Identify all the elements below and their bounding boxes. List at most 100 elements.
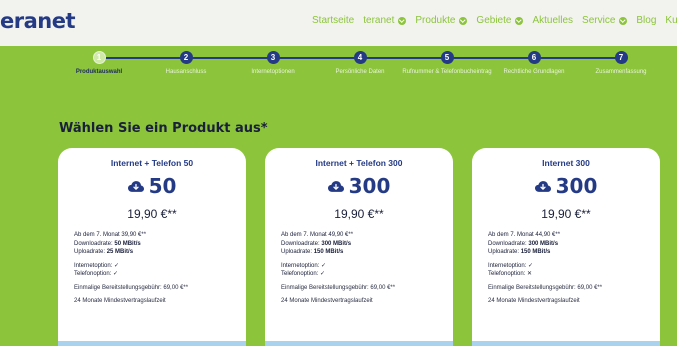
card-action-bar[interactable] [472, 341, 660, 346]
chevron-down-icon [459, 16, 468, 25]
product-details: Ab dem 7. Monat 39,90 €** Downloadrate: … [74, 231, 236, 306]
upload-row: Uploadrate: 150 MBit/s [281, 248, 443, 257]
product-price: 19,90 €** [334, 207, 384, 221]
step-number: 1 [92, 51, 106, 64]
download-label: Downloadrate: [74, 240, 113, 247]
internet-option-row: Internetoption: ✓ [281, 262, 443, 271]
product-title: Internet + Telefon 50 [110, 158, 194, 168]
download-row: Downloadrate: 300 MBit/s [281, 240, 443, 249]
upload-value: 150 MBit/s [520, 249, 551, 255]
step-number: 7 [614, 51, 628, 64]
phone-option-row: Telefonoption: ✓ [74, 270, 236, 279]
checkmark-icon: ✓ [321, 262, 327, 269]
checkmark-icon: ✓ [320, 271, 326, 277]
nav-label: Produkte [415, 15, 456, 26]
cloud-download-icon [327, 180, 344, 192]
step-persoenliche-daten[interactable]: 4 Persönliche Daten [310, 51, 410, 76]
upload-value: 25 MBit/s [106, 249, 134, 255]
nav-item-teranet[interactable]: teranet [363, 15, 407, 26]
card-action-bar[interactable] [58, 341, 246, 346]
nav-label: Kundenp [665, 15, 677, 26]
product-details: Ab dem 7. Monat 49,90 €** Downloadrate: … [281, 231, 443, 306]
phone-option-row: Telefonoption: ✓ [281, 270, 443, 279]
step-label: Rufnummer & Telefonbucheintrag [402, 69, 492, 75]
product-price: 19,90 €** [127, 207, 177, 221]
upload-label: Uploadrate: [488, 249, 520, 255]
product-speed: 300 [472, 174, 660, 198]
contract-term: 24 Monate Mindestvertragslaufzeit [74, 298, 166, 304]
page-title: Wählen Sie ein Produkt aus* [59, 121, 268, 136]
internet-option-row: Internetoption: ✓ [488, 262, 650, 271]
product-card[interactable]: Internet 300 300 19,90 €** Ab dem 7. Mon… [472, 148, 660, 346]
nav-label: Service [582, 15, 616, 26]
step-rufnummer[interactable]: 5 Rufnummer & Telefonbucheintrag [397, 51, 497, 76]
site-header: eranet Startseite teranet Produkte Gebie… [0, 0, 677, 46]
phone-option-label: Telefonoption: [74, 271, 112, 277]
logo[interactable]: eranet [0, 9, 76, 33]
cross-icon: ✕ [527, 271, 533, 277]
step-label: Persönliche Daten [335, 69, 385, 75]
contract-term: 24 Monate Mindestvertragslaufzeit [281, 298, 373, 304]
price-after-text: Ab dem 7. Monat 44,90 €** [488, 232, 561, 238]
step-label: Produktauswahl [75, 69, 123, 75]
price-after-text: Ab dem 7. Monat 49,90 €** [281, 232, 354, 238]
nav-item-kundenportal[interactable]: Kundenp [665, 15, 677, 26]
checkmark-icon: ✓ [114, 262, 120, 269]
upload-row: Uploadrate: 25 MBit/s [74, 248, 236, 257]
download-label: Downloadrate: [281, 240, 320, 247]
nav-item-aktuelles[interactable]: Aktuelles [532, 15, 573, 26]
step-label: Hausanschluss [165, 69, 207, 75]
step-label: Internetoptionen [251, 69, 295, 75]
step-number: 4 [353, 51, 367, 64]
checkmark-icon: ✓ [113, 271, 119, 277]
internet-option-label: Internetoption: [488, 262, 527, 269]
download-label: Downloadrate: [488, 240, 527, 247]
step-hausanschluss[interactable]: 2 Hausanschluss [136, 51, 236, 76]
nav-label: teranet [363, 15, 395, 26]
chevron-down-icon [398, 16, 407, 25]
nav-item-produkte[interactable]: Produkte [415, 15, 468, 26]
upload-value: 150 MBit/s [313, 249, 344, 255]
product-speed: 300 [265, 174, 453, 198]
setup-fee: Einmalige Bereitstellungsgebühr: 69,00 €… [74, 284, 189, 291]
setup-fee: Einmalige Bereitstellungsgebühr: 69,00 €… [281, 284, 396, 291]
step-number: 3 [266, 51, 280, 64]
product-card[interactable]: Internet + Telefon 300 300 19,90 €** Ab … [265, 148, 453, 346]
internet-option-row: Internetoption: ✓ [74, 262, 236, 271]
setup-fee: Einmalige Bereitstellungsgebühr: 69,00 €… [488, 284, 603, 291]
card-action-bar[interactable] [265, 341, 453, 346]
product-title: Internet + Telefon 300 [315, 158, 403, 168]
internet-option-label: Internetoption: [74, 262, 113, 269]
chevron-down-icon [515, 16, 524, 25]
phone-option-row: Telefonoption: ✕ [488, 270, 650, 279]
step-rechtliche-grundlagen[interactable]: 6 Rechtliche Grundlagen [484, 51, 584, 76]
phone-option-label: Telefonoption: [281, 271, 319, 277]
nav-item-gebiete[interactable]: Gebiete [476, 15, 524, 26]
product-title: Internet 300 [542, 158, 590, 168]
download-row: Downloadrate: 300 MBit/s [488, 240, 650, 249]
nav-label: Gebiete [476, 15, 512, 26]
order-stepper: 1 Produktauswahl 2 Hausanschluss 3 Inter… [0, 46, 677, 98]
step-number: 6 [527, 51, 541, 64]
step-label: Zusammenfassung [595, 69, 647, 75]
download-value: 300 MBit/s [321, 240, 352, 247]
nav-item-startseite[interactable]: Startseite [312, 15, 354, 26]
speed-value: 50 [148, 174, 177, 198]
download-value: 50 MBit/s [114, 240, 141, 247]
step-number: 5 [440, 51, 454, 64]
upload-label: Uploadrate: [281, 249, 313, 255]
nav-label: Aktuelles [532, 15, 574, 26]
product-card[interactable]: Internet + Telefon 50 50 19,90 €** Ab de… [58, 148, 246, 346]
step-produktauswahl[interactable]: 1 Produktauswahl [49, 51, 149, 76]
cloud-download-icon [534, 180, 551, 192]
upload-label: Uploadrate: [74, 249, 106, 255]
product-speed: 50 [58, 174, 246, 198]
nav-item-blog[interactable]: Blog [636, 15, 656, 26]
step-zusammenfassung[interactable]: 7 Zusammenfassung [571, 51, 671, 76]
step-internetoptionen[interactable]: 3 Internetoptionen [223, 51, 323, 76]
phone-option-label: Telefonoption: [488, 271, 526, 277]
chevron-down-icon [619, 16, 628, 25]
nav-item-service[interactable]: Service [582, 15, 628, 26]
step-number: 2 [179, 51, 193, 64]
cloud-download-icon [127, 180, 144, 192]
